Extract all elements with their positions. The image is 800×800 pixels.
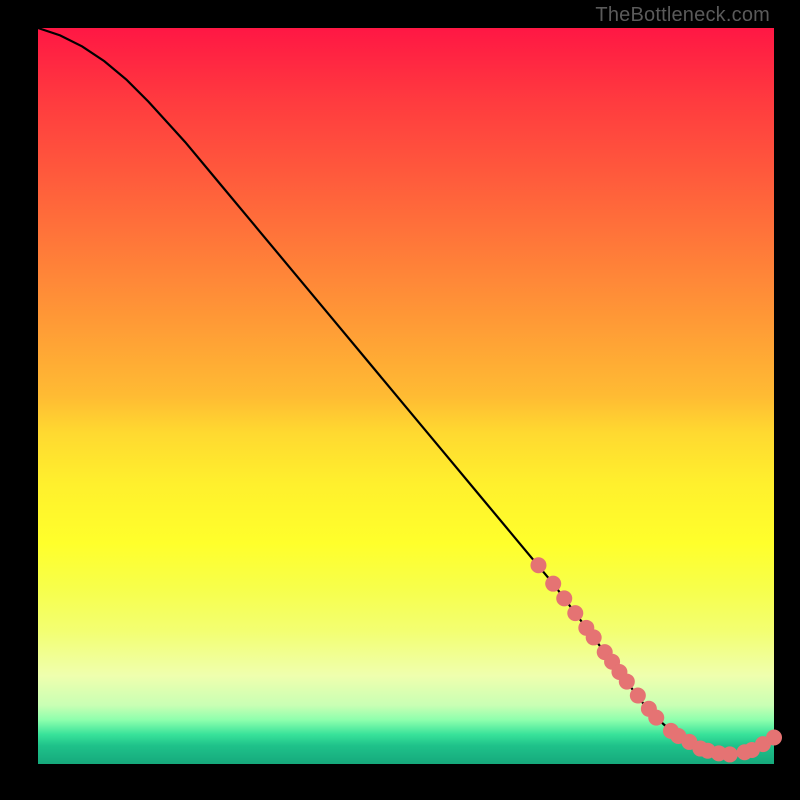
data-marker	[722, 746, 738, 762]
data-marker	[586, 629, 602, 645]
data-marker	[630, 688, 646, 704]
data-marker	[567, 605, 583, 621]
chart-frame: TheBottleneck.com	[0, 0, 800, 800]
plot-area	[38, 28, 774, 764]
bottleneck-curve	[38, 28, 774, 754]
data-marker	[766, 730, 782, 746]
data-marker	[545, 576, 561, 592]
attribution-label: TheBottleneck.com	[595, 4, 770, 27]
curve-svg	[38, 28, 774, 764]
data-marker	[648, 710, 664, 726]
data-marker	[619, 674, 635, 690]
data-marker	[530, 557, 546, 573]
marker-group	[530, 557, 782, 762]
data-marker	[556, 590, 572, 606]
